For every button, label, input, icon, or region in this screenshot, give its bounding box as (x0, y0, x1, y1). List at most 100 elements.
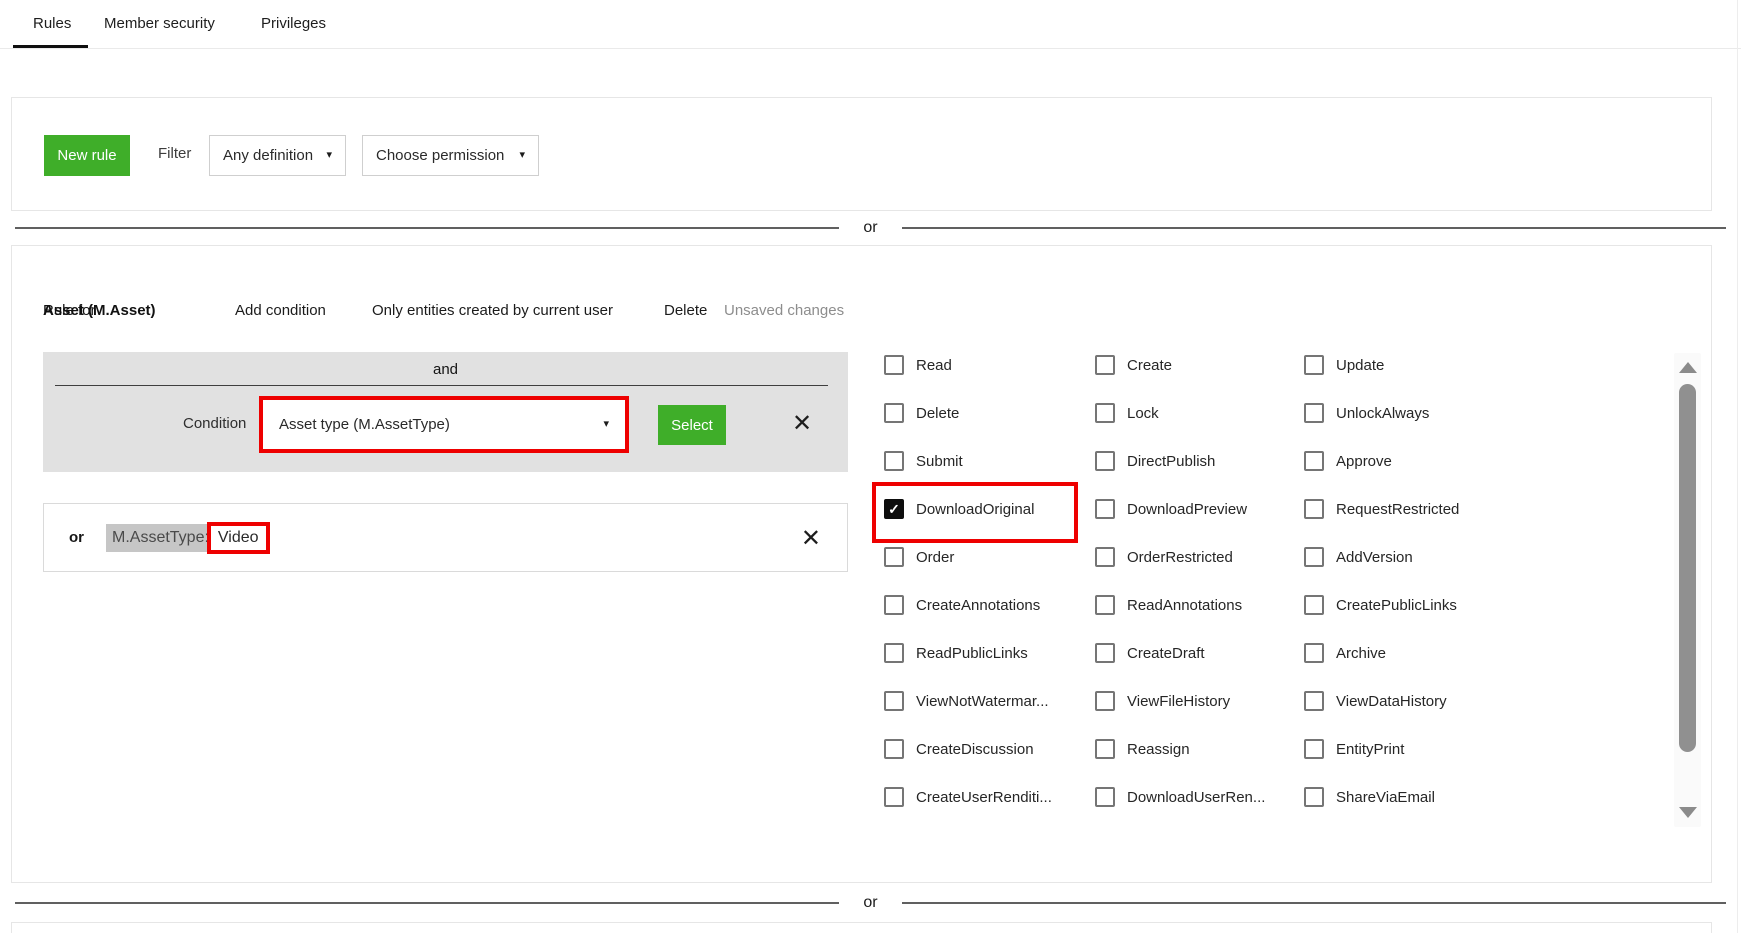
permission-submit[interactable]: Submit (884, 449, 1089, 473)
tab-privileges[interactable]: Privileges (261, 15, 326, 32)
permission-entityprint[interactable]: EntityPrint (1304, 737, 1509, 761)
permission-approve[interactable]: Approve (1304, 449, 1509, 473)
checkbox-icon[interactable] (1304, 595, 1324, 615)
checkbox-icon[interactable] (1095, 355, 1115, 375)
permission-shareviaemail[interactable]: ShareViaEmail (1304, 785, 1509, 809)
condition-expression[interactable]: M.AssetType: Video (106, 522, 270, 554)
permission-unlockalways[interactable]: UnlockAlways (1304, 401, 1509, 425)
permissions-column: Create Lock DirectPublish DownloadPreview Or… (1095, 353, 1300, 833)
checkbox-icon[interactable] (884, 787, 904, 807)
tab-bar: Rules Member security Privileges (0, 0, 1741, 49)
checkbox-icon[interactable] (1095, 787, 1115, 807)
permission-createdraft[interactable]: CreateDraft (1095, 641, 1300, 665)
or-divider-label: or (839, 219, 901, 237)
checkbox-icon[interactable] (884, 691, 904, 711)
checkbox-icon[interactable] (1304, 499, 1324, 519)
permission-requestrestricted[interactable]: RequestRestricted (1304, 497, 1509, 521)
permission-addversion[interactable]: AddVersion (1304, 545, 1509, 569)
checkbox-icon[interactable] (1095, 403, 1115, 423)
permission-downloadoriginal[interactable]: ✓DownloadOriginal (884, 497, 1089, 521)
checkbox-icon[interactable] (884, 547, 904, 567)
checkbox-icon[interactable] (1304, 547, 1324, 567)
unsaved-changes-badge: Unsaved changes (724, 302, 844, 319)
or-divider-top: or (15, 220, 1726, 236)
remove-or-condition-icon[interactable]: ✕ (801, 527, 821, 551)
only-entities-toggle[interactable]: Only entities created by current user (372, 302, 613, 319)
permission-readpubliclinks[interactable]: ReadPublicLinks (884, 641, 1089, 665)
condition-value[interactable]: Video (207, 522, 270, 554)
checkbox-icon[interactable] (884, 403, 904, 423)
checkbox-icon[interactable] (884, 451, 904, 471)
permission-downloadpreview[interactable]: DownloadPreview (1095, 497, 1300, 521)
checkbox-icon[interactable] (884, 643, 904, 663)
permission-create[interactable]: Create (1095, 353, 1300, 377)
checkbox-icon[interactable] (1095, 595, 1115, 615)
permission-delete[interactable]: Delete (884, 401, 1089, 425)
permission-read[interactable]: Read (884, 353, 1089, 377)
permission-readannotations[interactable]: ReadAnnotations (1095, 593, 1300, 617)
tab-rules[interactable]: Rules (33, 15, 71, 32)
filter-label: Filter (158, 145, 191, 162)
condition-type-value: Asset type (M.AssetType) (279, 416, 450, 433)
permission-viewnotwatermar[interactable]: ViewNotWatermar... (884, 689, 1089, 713)
checkbox-icon[interactable] (1095, 547, 1115, 567)
scroll-up-icon[interactable] (1679, 362, 1697, 373)
checkbox-icon[interactable] (1095, 451, 1115, 471)
select-button[interactable]: Select (658, 405, 726, 445)
checkbox-icon[interactable] (1304, 403, 1324, 423)
checkbox-checked-icon[interactable]: ✓ (884, 499, 904, 519)
checkbox-icon[interactable] (1304, 643, 1324, 663)
new-rule-button[interactable]: New rule (44, 135, 130, 176)
checkbox-icon[interactable] (1095, 739, 1115, 759)
checkbox-icon[interactable] (884, 355, 904, 375)
permission-label: CreatePublicLinks (1336, 597, 1457, 614)
checkbox-icon[interactable] (1304, 451, 1324, 471)
scrollbar-thumb[interactable] (1679, 384, 1696, 752)
checkbox-icon[interactable] (1095, 691, 1115, 711)
definition-filter-value: Any definition (223, 147, 313, 164)
permission-viewfilehistory[interactable]: ViewFileHistory (1095, 689, 1300, 713)
permission-update[interactable]: Update (1304, 353, 1509, 377)
tab-member-security[interactable]: Member security (104, 15, 215, 32)
permission-archive[interactable]: Archive (1304, 641, 1509, 665)
permission-order[interactable]: Order (884, 545, 1089, 569)
checkbox-icon[interactable] (1304, 691, 1324, 711)
checkbox-icon[interactable] (1095, 499, 1115, 519)
definition-filter-dropdown[interactable]: Any definition ▾ (209, 135, 346, 176)
condition-or-row: or M.AssetType: Video ✕ (43, 503, 848, 572)
rule-header: Rule for Asset (M.Asset) Add condition O… (12, 302, 1711, 322)
permission-directpublish[interactable]: DirectPublish (1095, 449, 1300, 473)
add-condition-button[interactable]: Add condition (235, 302, 326, 319)
permission-label: DownloadPreview (1127, 501, 1247, 518)
permission-reassign[interactable]: Reassign (1095, 737, 1300, 761)
permissions-scrollbar[interactable] (1674, 353, 1701, 827)
permission-createuserrenditi[interactable]: CreateUserRenditi... (884, 785, 1089, 809)
permission-label: ViewDataHistory (1336, 693, 1447, 710)
permission-label: Delete (916, 405, 959, 422)
checkbox-icon[interactable] (1304, 355, 1324, 375)
checkbox-icon[interactable] (884, 595, 904, 615)
permission-viewdatahistory[interactable]: ViewDataHistory (1304, 689, 1509, 713)
permission-orderrestricted[interactable]: OrderRestricted (1095, 545, 1300, 569)
delete-rule-button[interactable]: Delete (664, 302, 707, 319)
permission-filter-dropdown[interactable]: Choose permission ▾ (362, 135, 539, 176)
condition-type-dropdown[interactable]: Asset type (M.AssetType) ▾ (259, 396, 629, 453)
permission-createannotations[interactable]: CreateAnnotations (884, 593, 1089, 617)
rule-card: Rule for Asset (M.Asset) Add condition O… (11, 245, 1712, 883)
permission-createpubliclinks[interactable]: CreatePublicLinks (1304, 593, 1509, 617)
permissions-column: Update UnlockAlways Approve RequestRestrict… (1304, 353, 1509, 833)
checkbox-icon[interactable] (1304, 739, 1324, 759)
permission-label: CreateDiscussion (916, 741, 1034, 758)
and-divider-line (55, 385, 828, 386)
scroll-down-icon[interactable] (1679, 807, 1697, 818)
permission-creatediscussion[interactable]: CreateDiscussion (884, 737, 1089, 761)
remove-condition-icon[interactable]: ✕ (792, 412, 812, 436)
permission-label: CreateUserRenditi... (916, 789, 1052, 806)
permission-downloaduserren[interactable]: DownloadUserRen... (1095, 785, 1300, 809)
permission-label: CreateDraft (1127, 645, 1205, 662)
checkbox-icon[interactable] (884, 739, 904, 759)
permission-lock[interactable]: Lock (1095, 401, 1300, 425)
permission-label: Update (1336, 357, 1384, 374)
checkbox-icon[interactable] (1304, 787, 1324, 807)
checkbox-icon[interactable] (1095, 643, 1115, 663)
